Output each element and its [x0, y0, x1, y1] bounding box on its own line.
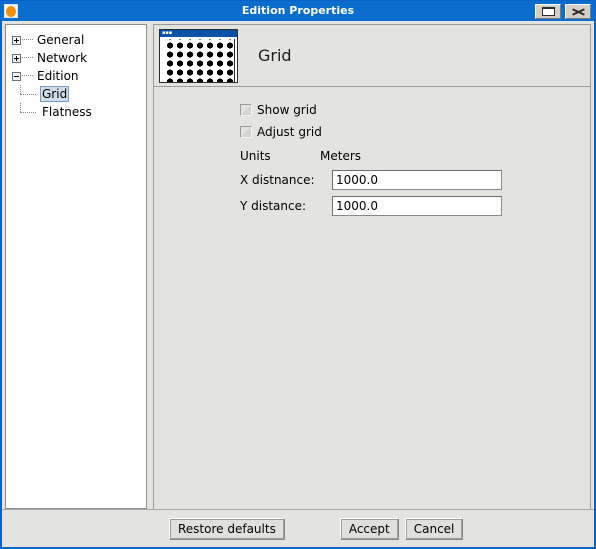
window-controls	[535, 3, 591, 19]
dialog-window: Edition Properties General Network Editi…	[0, 0, 596, 549]
units-row: Units Meters	[240, 145, 590, 167]
units-value: Meters	[320, 149, 362, 163]
grid-preview-titletext: ▪▪▪	[162, 29, 173, 36]
collapse-minus-icon[interactable]	[12, 71, 21, 81]
tree-connector-icon	[22, 57, 33, 59]
settings-content-panel: ▪▪▪ Grid Show grid Adjust grid Units Met…	[153, 24, 591, 509]
page-title: Grid	[258, 46, 292, 65]
x-distance-input[interactable]	[332, 170, 502, 190]
show-grid-label[interactable]: Show grid	[257, 103, 317, 117]
grid-preview-dots	[163, 38, 235, 82]
title-bar[interactable]: Edition Properties	[1, 1, 595, 21]
y-distance-label: Y distance:	[240, 199, 307, 213]
adjust-grid-checkbox[interactable]	[240, 126, 252, 138]
dialog-button-bar: Restore defaults Accept Cancel	[2, 509, 594, 547]
x-distance-row: X distnance:	[240, 167, 590, 193]
restore-defaults-button[interactable]: Restore defaults	[169, 517, 285, 540]
tree-item-flatness[interactable]: Flatness	[6, 103, 146, 121]
tree-item-grid[interactable]: Grid	[6, 85, 146, 103]
tree-item-label: Grid	[40, 86, 70, 102]
tree-item-general[interactable]: General	[6, 31, 146, 49]
show-grid-checkbox[interactable]	[240, 104, 252, 116]
dialog-client-area: General Network Edition Grid Flatness ▪▪…	[2, 21, 594, 547]
split-pane: General Network Edition Grid Flatness ▪▪…	[2, 21, 594, 509]
grid-preview-titlebar: ▪▪▪	[160, 29, 237, 37]
adjust-grid-row: Adjust grid	[240, 121, 590, 143]
y-distance-input[interactable]	[332, 196, 502, 216]
tree-connector-icon	[22, 75, 33, 77]
accept-button[interactable]: Accept	[339, 517, 399, 540]
tree-item-edition[interactable]: Edition	[6, 67, 146, 85]
app-icon-glyph	[6, 5, 16, 17]
expand-plus-icon[interactable]	[12, 53, 21, 63]
expand-plus-icon[interactable]	[12, 35, 21, 45]
close-button[interactable]	[565, 3, 591, 19]
grid-settings-form: Show grid Adjust grid Units Meters X dis…	[240, 99, 590, 219]
units-label: Units	[240, 149, 271, 163]
tree-connector-icon	[22, 39, 33, 41]
app-icon	[4, 4, 18, 18]
window-title: Edition Properties	[241, 4, 355, 17]
y-distance-row: Y distance:	[240, 193, 590, 219]
tree-item-label: Edition	[37, 69, 79, 83]
tree-item-network[interactable]: Network	[6, 49, 146, 67]
tree-item-label: General	[37, 33, 85, 47]
x-distance-label: X distnance:	[240, 173, 315, 187]
show-grid-row: Show grid	[240, 99, 590, 121]
page-body: Show grid Adjust grid Units Meters X dis…	[154, 87, 590, 509]
tree-item-label: Network	[37, 51, 88, 65]
grid-preview-icon: ▪▪▪	[159, 28, 238, 83]
maximize-icon	[541, 6, 555, 16]
close-icon	[572, 7, 585, 16]
settings-tree: General Network Edition Grid Flatness	[6, 31, 146, 121]
page-header: ▪▪▪ Grid	[154, 25, 590, 87]
maximize-button[interactable]	[535, 3, 561, 19]
tree-item-label: Flatness	[42, 105, 92, 119]
adjust-grid-label[interactable]: Adjust grid	[257, 125, 322, 139]
cancel-button[interactable]: Cancel	[404, 517, 464, 540]
tree-connector-icon	[18, 103, 40, 121]
settings-tree-panel[interactable]: General Network Edition Grid Flatness	[5, 24, 147, 509]
tree-connector-icon	[18, 85, 40, 103]
